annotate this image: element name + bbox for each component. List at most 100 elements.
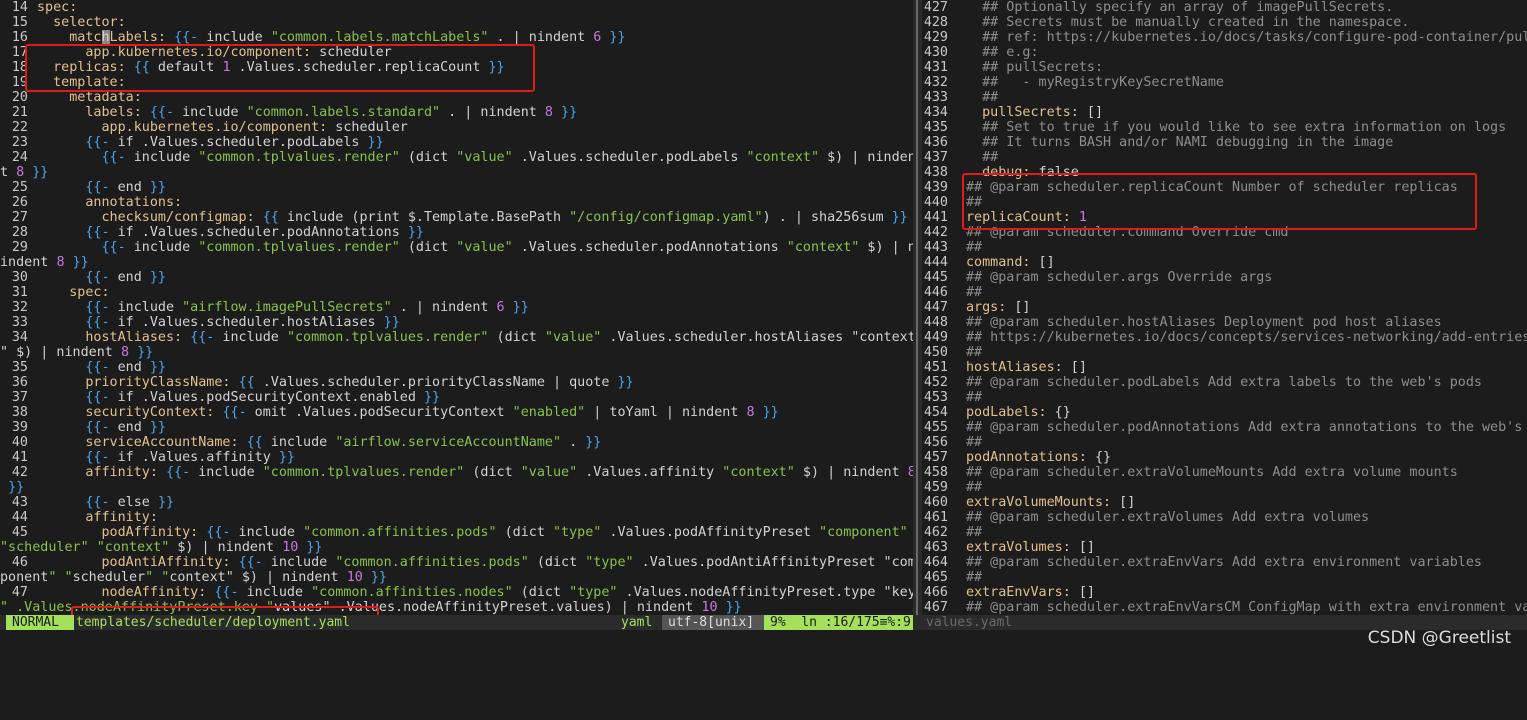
left-editor-pane[interactable]: 14 spec: 15 selector: 16 matchLabels: {{- i… bbox=[0, 0, 913, 615]
line-content: {{- include "airflow.imagePullSecrets" .… bbox=[85, 300, 529, 315]
line-content: extraVolumes: [] bbox=[966, 540, 1095, 555]
line-number: 443 bbox=[923, 240, 948, 255]
line-number: 34 bbox=[11, 330, 28, 345]
line-number: 462 bbox=[923, 525, 948, 540]
file-type: yaml bbox=[621, 615, 653, 630]
line-content: ## bbox=[966, 285, 983, 300]
line-number: 459 bbox=[923, 480, 948, 495]
line-number: 440 bbox=[923, 195, 948, 210]
line-number: 41 bbox=[11, 450, 28, 465]
line-number: 430 bbox=[923, 45, 948, 60]
line-content: ## @param scheduler.replicaCount Number … bbox=[966, 180, 1458, 195]
line-content: command: [] bbox=[966, 255, 1055, 270]
line-number: 449 bbox=[923, 330, 948, 345]
line-content: ## @param scheduler.args Override args bbox=[966, 270, 1273, 285]
line-content: checksum/configmap: {{ include (print $.… bbox=[101, 210, 908, 225]
line-content: ## @param scheduler.extraVolumeMounts Ad… bbox=[966, 465, 1458, 480]
line-number: 465 bbox=[923, 570, 948, 585]
line-number: 460 bbox=[923, 495, 948, 510]
line-content: selector: bbox=[53, 15, 126, 30]
line-number: 21 bbox=[11, 105, 28, 120]
line-content: ## bbox=[966, 240, 983, 255]
line-number: 435 bbox=[923, 120, 948, 135]
line-number: 431 bbox=[923, 60, 948, 75]
line-content: ## Secrets must be manually created in t… bbox=[966, 15, 1410, 30]
line-number: 22 bbox=[11, 120, 28, 135]
line-number: 464 bbox=[923, 555, 948, 570]
line-number: 453 bbox=[923, 390, 948, 405]
line-number: 466 bbox=[923, 585, 948, 600]
line-content: priorityClassName: {{ .Values.scheduler.… bbox=[85, 375, 634, 390]
line-content: {{- if .Values.scheduler.podAnnotations … bbox=[85, 225, 424, 240]
line-content: hostAliases: [] bbox=[966, 360, 1087, 375]
line-content: {{- if .Values.scheduler.hostAliases }} bbox=[85, 315, 400, 330]
line-number: 17 bbox=[11, 45, 28, 60]
file-encoding: utf-8[unix] bbox=[662, 615, 766, 630]
line-content: replicas: {{ default 1 .Values.scheduler… bbox=[53, 60, 505, 75]
line-number: 446 bbox=[923, 285, 948, 300]
line-number: 429 bbox=[923, 30, 948, 45]
line-number: 447 bbox=[923, 300, 948, 315]
line-number: 35 bbox=[11, 360, 28, 375]
line-content: ## @param scheduler.hostAliases Deployme… bbox=[966, 315, 1442, 330]
line-content: "scheduler" "context" $) | nindent 10 }} bbox=[0, 540, 323, 555]
line-content: debug: false bbox=[982, 165, 1079, 180]
line-content: ## @param scheduler.extraVolumes Add ext… bbox=[966, 510, 1370, 525]
right-pane-file-name: values.yaml bbox=[926, 615, 1013, 630]
line-content: annotations: bbox=[85, 195, 183, 210]
line-number: 458 bbox=[923, 465, 948, 480]
line-number: 461 bbox=[923, 510, 948, 525]
line-number: 456 bbox=[923, 435, 948, 450]
line-content: {{- else }} bbox=[85, 495, 175, 510]
line-content: ## bbox=[966, 570, 983, 585]
line-number: 15 bbox=[11, 15, 28, 30]
line-content: {{- end }} bbox=[85, 270, 166, 285]
line-number: 38 bbox=[11, 405, 28, 420]
line-content: extraEnvVars: [] bbox=[966, 585, 1095, 600]
line-number: 24 bbox=[11, 150, 28, 165]
line-number: 39 bbox=[11, 420, 28, 435]
line-number: 454 bbox=[923, 405, 948, 420]
line-number: 31 bbox=[11, 285, 28, 300]
line-content: podLabels: {} bbox=[966, 405, 1071, 420]
right-editor-pane[interactable]: 427 ## Optionally specify an array of im… bbox=[922, 0, 1527, 615]
line-number: 36 bbox=[11, 375, 28, 390]
line-content: {{- end }} bbox=[85, 420, 166, 435]
line-content: {{- end }} bbox=[85, 360, 166, 375]
line-number: 445 bbox=[923, 270, 948, 285]
line-content: {{- end }} bbox=[85, 180, 166, 195]
line-content: affinity: {{- include "common.tplvalues.… bbox=[85, 465, 913, 480]
line-number: 452 bbox=[923, 375, 948, 390]
line-content: " $) | nindent 8 }} bbox=[0, 345, 154, 360]
text-cursor bbox=[101, 30, 110, 45]
line-content: ## ref: https://kubernetes.io/docs/tasks… bbox=[966, 30, 1527, 45]
mode-indicator: NORMAL bbox=[6, 615, 74, 630]
command-line[interactable] bbox=[0, 630, 1527, 658]
line-number: 434 bbox=[923, 105, 948, 120]
line-content: ## bbox=[966, 435, 983, 450]
line-content: ## Set to true if you would like to see … bbox=[966, 120, 1507, 135]
line-content: spec: bbox=[69, 285, 110, 300]
line-content: matchLabels: {{- include "common.labels.… bbox=[69, 30, 626, 45]
line-content: {{- if .Values.podSecurityContext.enable… bbox=[85, 390, 441, 405]
line-number: 451 bbox=[923, 360, 948, 375]
line-content: ## It turns BASH and/or NAMI debugging i… bbox=[966, 135, 1394, 150]
line-content: ## bbox=[966, 525, 983, 540]
line-content: app.kubernetes.io/component: scheduler bbox=[101, 120, 408, 135]
line-content: ## @param scheduler.podLabels Add extra … bbox=[966, 375, 1482, 390]
line-content: template: bbox=[53, 75, 126, 90]
cursor-position: 9% ln :16/175≡%:9 bbox=[764, 615, 913, 630]
line-number: 25 bbox=[11, 180, 28, 195]
line-number: 44 bbox=[11, 510, 28, 525]
line-number: 436 bbox=[923, 135, 948, 150]
line-content: args: [] bbox=[966, 300, 1031, 315]
line-number: 32 bbox=[11, 300, 28, 315]
line-number: 33 bbox=[11, 315, 28, 330]
vertical-split-divider[interactable] bbox=[913, 0, 922, 615]
line-content: indent 8 }} bbox=[0, 255, 89, 270]
line-content: ## https://kubernetes.io/docs/concepts/s… bbox=[966, 330, 1527, 345]
line-content: ## - myRegistryKeySecretName bbox=[966, 75, 1224, 90]
line-number: 46 bbox=[11, 555, 28, 570]
line-number: 427 bbox=[923, 0, 948, 15]
line-content: nodeAffinity: {{- include "common.affini… bbox=[101, 585, 914, 600]
